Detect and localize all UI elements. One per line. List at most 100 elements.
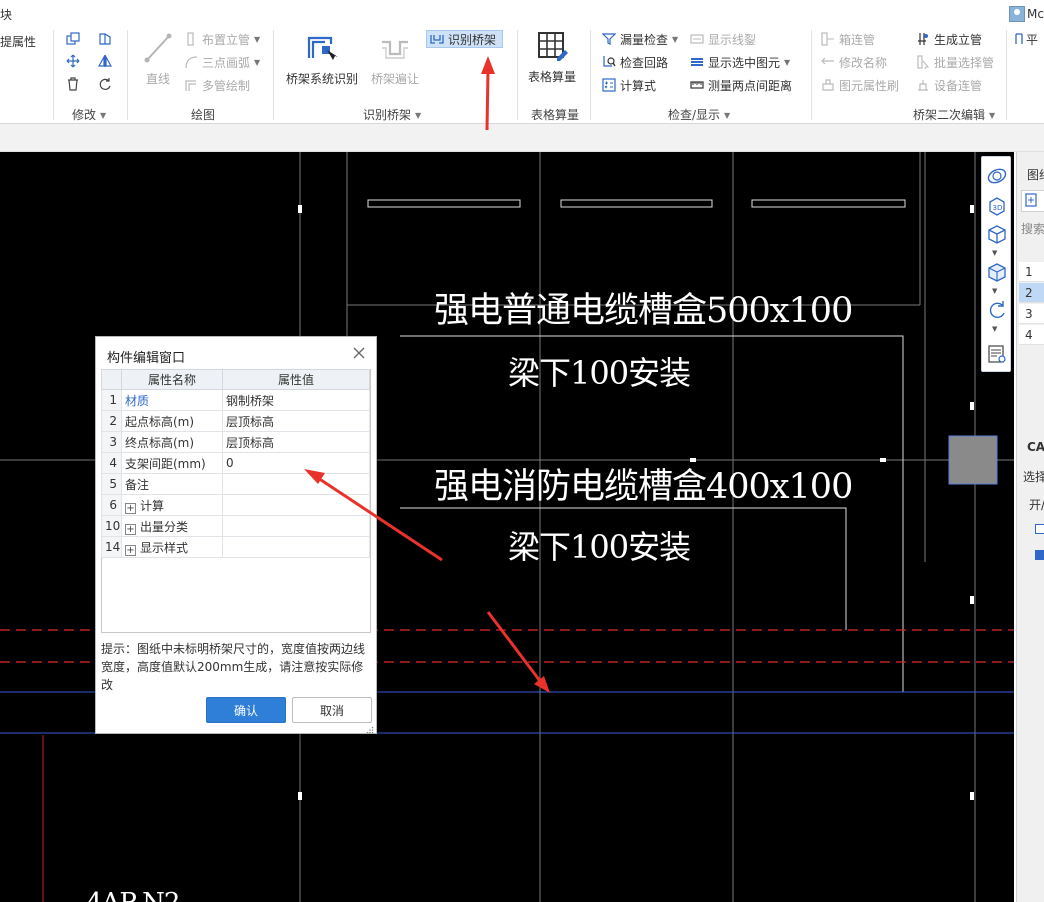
check-display-group-label[interactable]: 检查/显示 ▼ bbox=[668, 106, 730, 123]
checkbox-checked[interactable] bbox=[1035, 550, 1044, 560]
identify-tray-button[interactable]: 识别桥架 bbox=[426, 30, 504, 48]
modify-group-label[interactable]: 修改 ▼ bbox=[72, 106, 106, 123]
rotate-view-icon bbox=[989, 301, 1005, 319]
display-settings-button[interactable] bbox=[986, 343, 1008, 365]
property-table: 属性名称 属性值 1 材质 钢制桥架 2 起点标高(m) 层顶标高 3 终点标高(m) 层顶标高… bbox=[101, 369, 370, 558]
show-line-segment-button[interactable]: 显示线銐 bbox=[690, 30, 756, 48]
rotate-button[interactable] bbox=[98, 75, 116, 93]
3d-view-button[interactable]: 3D bbox=[986, 195, 1008, 217]
rotate-view-button[interactable] bbox=[986, 299, 1008, 321]
tray-trace-icon bbox=[378, 32, 412, 64]
column-header-name: 属性名称 bbox=[121, 369, 223, 390]
property-value-cell[interactable]: 钢制桥架 bbox=[222, 389, 370, 411]
identify-tray-group-label[interactable]: 识别桥架 ▼ bbox=[363, 106, 421, 123]
table-row[interactable]: 4 支架间距(mm) 0 bbox=[101, 452, 370, 474]
group-separator bbox=[590, 30, 591, 120]
table-row[interactable]: 3 终点标高(m) 层顶标高 bbox=[101, 431, 370, 453]
solid-cube-icon bbox=[988, 263, 1006, 282]
row-number: 6 bbox=[101, 494, 122, 516]
chevron-down-icon[interactable]: ▼ bbox=[992, 287, 997, 295]
property-value-cell[interactable]: 层顶标高 bbox=[222, 410, 370, 432]
table-row[interactable]: 10 + 出量分类 bbox=[101, 515, 370, 537]
list-item[interactable]: 3 bbox=[1019, 304, 1044, 324]
multi-pipe-icon bbox=[184, 78, 198, 92]
install-note-label-2: 梁下100安装 bbox=[508, 528, 691, 566]
mirror-icon bbox=[98, 32, 112, 46]
checkbox[interactable] bbox=[1035, 524, 1044, 534]
tray-trace-button[interactable]: 桥架遍让 bbox=[368, 32, 422, 87]
table-row[interactable]: 14 + 显示样式 bbox=[101, 536, 370, 558]
tray-system-identify-button[interactable]: 桥架系统识别 bbox=[284, 32, 360, 87]
cancel-button[interactable]: 取消 bbox=[292, 697, 372, 723]
dialog-title: 构件编辑窗口 bbox=[107, 351, 186, 366]
solid-view-button[interactable] bbox=[986, 261, 1008, 283]
move-button[interactable] bbox=[66, 52, 84, 70]
mirror-button[interactable] bbox=[98, 52, 116, 70]
property-value-cell[interactable] bbox=[222, 536, 370, 558]
copy-button[interactable] bbox=[66, 30, 84, 48]
ruler-icon bbox=[690, 78, 704, 92]
place-riser-button[interactable]: 布置立管 ▼ bbox=[184, 30, 260, 48]
batch-select-pipe-button[interactable]: 批量选择管 bbox=[916, 53, 994, 71]
move-icon bbox=[66, 54, 80, 68]
confirm-button[interactable]: 确认 bbox=[206, 697, 286, 723]
expand-plus-icon[interactable]: + bbox=[125, 523, 136, 535]
add-drawing-button[interactable] bbox=[1021, 190, 1044, 212]
equipment-connect-button[interactable]: 设备连管 bbox=[916, 76, 982, 94]
tray-edit-group-text: 桥架二次编辑 bbox=[913, 108, 986, 122]
triangle-mirror-icon bbox=[98, 54, 112, 68]
resize-grip-icon[interactable] bbox=[366, 723, 374, 734]
user-avatar-icon[interactable] bbox=[1009, 6, 1026, 22]
search-input[interactable]: 搜索 bbox=[1021, 220, 1044, 237]
table-row[interactable]: 5 备注 bbox=[101, 473, 370, 495]
three-point-arc-button[interactable]: 三点画弧 ▼ bbox=[184, 53, 260, 71]
open-label[interactable]: 开/ bbox=[1029, 496, 1044, 513]
chevron-down-icon[interactable]: ▼ bbox=[992, 325, 997, 333]
draw-group-text: 绘图 bbox=[191, 108, 216, 122]
measure-distance-button[interactable]: 测量两点间距离 bbox=[690, 76, 792, 94]
rename-label: 修改名称 bbox=[839, 55, 888, 70]
rename-button[interactable]: 修改名称 bbox=[821, 53, 887, 71]
list-item[interactable]: 4 bbox=[1019, 325, 1044, 345]
table-calc-group-label: 表格算量 bbox=[531, 106, 579, 123]
rename-icon bbox=[821, 55, 835, 69]
drawing-panel-tab[interactable]: 图纸 bbox=[1027, 166, 1044, 183]
table-calc-button[interactable]: 表格算量 bbox=[526, 30, 578, 85]
property-value-cell[interactable] bbox=[222, 473, 370, 495]
edge-property-button[interactable]: 提属性 bbox=[0, 32, 36, 50]
plane-button[interactable]: 平 bbox=[1012, 30, 1038, 48]
table-row[interactable]: 2 起点标高(m) 层顶标高 bbox=[101, 410, 370, 432]
user-area[interactable]: Mc bbox=[1009, 5, 1044, 23]
mirror-copy-button[interactable] bbox=[98, 30, 116, 48]
orbit-view-button[interactable] bbox=[986, 165, 1008, 187]
leak-check-button[interactable]: 漏量检查 ▼ bbox=[602, 30, 678, 48]
property-value-cell[interactable]: 0 bbox=[222, 452, 370, 474]
generate-riser-button[interactable]: 生成立管 bbox=[916, 30, 982, 48]
expand-plus-icon[interactable]: + bbox=[125, 544, 136, 556]
box-connect-button[interactable]: 箱连管 bbox=[821, 30, 875, 48]
property-name: 起点标高(m) bbox=[125, 414, 195, 429]
chevron-down-icon: ▼ bbox=[989, 111, 996, 120]
multi-pipe-draw-button[interactable]: 多管绘制 bbox=[184, 76, 250, 94]
element-property-brush-button[interactable]: 图元属性刷 bbox=[821, 76, 899, 94]
cad-panel-tab[interactable]: CA bbox=[1027, 440, 1044, 454]
tray-edit-group-label[interactable]: 桥架二次编辑 ▼ bbox=[913, 106, 995, 123]
chevron-down-icon[interactable]: ▼ bbox=[992, 249, 997, 257]
check-loop-button[interactable]: 检查回路 bbox=[602, 53, 668, 71]
show-selected-button[interactable]: 显示选中图元 ▼ bbox=[690, 53, 790, 71]
list-item[interactable]: 1 bbox=[1019, 262, 1044, 282]
expand-plus-icon[interactable]: + bbox=[125, 502, 136, 514]
property-value-cell[interactable] bbox=[222, 515, 370, 537]
table-row[interactable]: 6 + 计算 bbox=[101, 494, 370, 516]
list-item-selected[interactable]: 2 bbox=[1019, 283, 1044, 303]
box-view-button[interactable] bbox=[986, 223, 1008, 245]
formula-button[interactable]: 计算式 bbox=[602, 76, 656, 94]
property-value-cell[interactable] bbox=[222, 494, 370, 516]
table-row[interactable]: 1 材质 钢制桥架 bbox=[101, 389, 370, 411]
property-value-cell[interactable]: 层顶标高 bbox=[222, 431, 370, 453]
line-button[interactable]: 直线 bbox=[140, 32, 176, 87]
user-name[interactable]: Mc bbox=[1027, 7, 1044, 21]
close-icon[interactable] bbox=[352, 346, 366, 360]
delete-button[interactable] bbox=[66, 75, 84, 93]
property-name-cell: + 出量分类 bbox=[121, 515, 223, 537]
